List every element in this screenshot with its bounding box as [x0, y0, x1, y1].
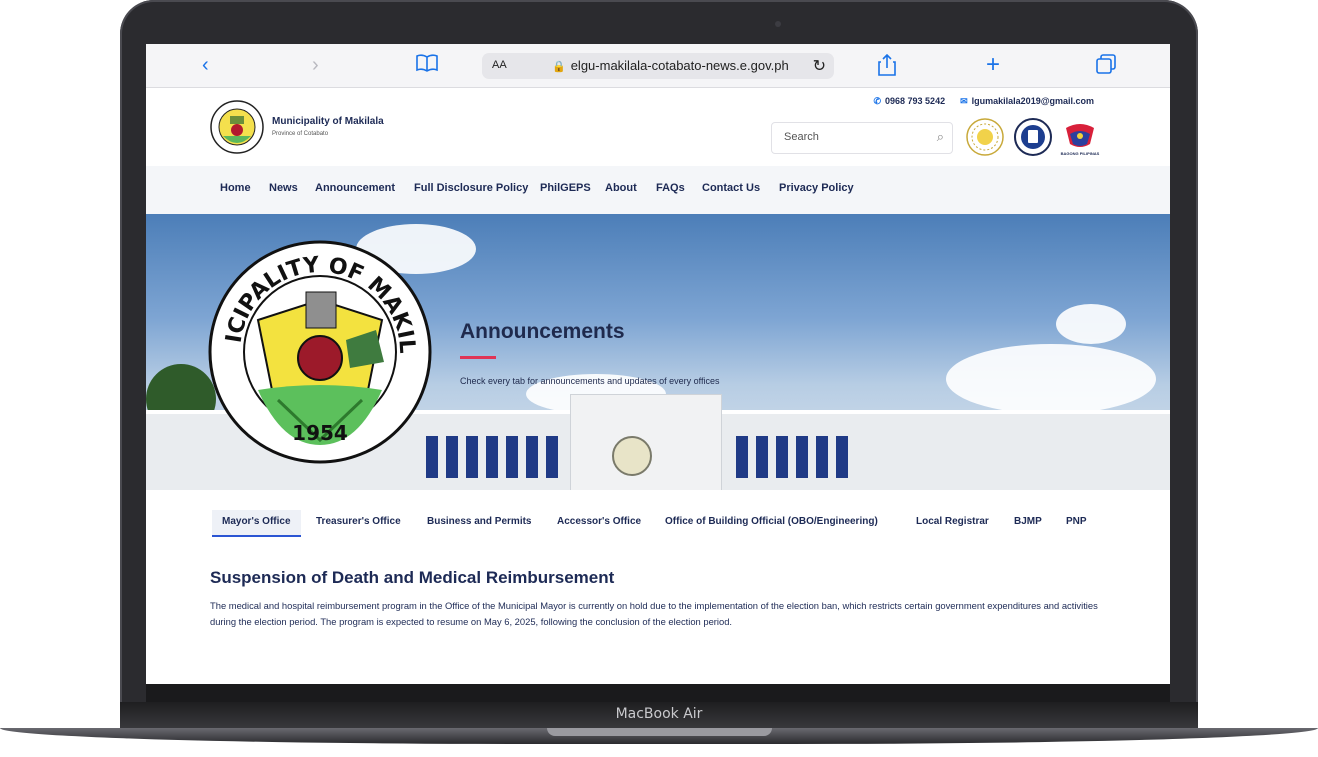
share-icon[interactable] — [878, 53, 896, 81]
nav-faqs[interactable]: FAQs — [656, 182, 685, 194]
reload-icon[interactable]: ↻ — [813, 56, 826, 76]
hero-accent-rule — [460, 356, 496, 359]
nav-philgeps[interactable]: PhilGEPS — [540, 182, 591, 194]
nav-about[interactable]: About — [605, 182, 637, 194]
screen-bezel — [146, 684, 1170, 702]
nav-news[interactable]: News — [269, 182, 298, 194]
reader-settings-button[interactable]: AA — [492, 59, 507, 71]
municipal-seal: MUNICIPALITY OF MAKILALA 1954 — [208, 240, 432, 464]
tab-local-registrar[interactable]: Local Registrar — [916, 516, 989, 527]
tab-mayors-office[interactable]: Mayor's Office — [212, 510, 301, 537]
cloud — [946, 344, 1156, 414]
building-window — [506, 436, 518, 478]
camera — [775, 21, 781, 27]
plus-icon[interactable]: + — [986, 53, 1000, 77]
phone-number[interactable]: 0968 793 5242 — [885, 96, 945, 106]
bagong-pilipinas-caption: BAGONG PILIPINAS — [1061, 151, 1100, 156]
hero-title: Announcements — [460, 320, 625, 343]
nav-privacy-policy[interactable]: Privacy Policy — [779, 182, 854, 194]
tab-accessors-office[interactable]: Accessor's Office — [557, 516, 641, 527]
cloud — [1056, 304, 1126, 344]
main-nav: Home News Announcement Full Disclosure P… — [146, 166, 1170, 214]
municipality-logo[interactable] — [210, 100, 264, 154]
nav-announcement[interactable]: Announcement — [315, 182, 395, 194]
tab-bjmp[interactable]: BJMP — [1014, 516, 1042, 527]
phone-icon: ✆ — [873, 96, 882, 106]
mail-icon: ✉ — [960, 96, 968, 106]
building-window — [466, 436, 478, 478]
nav-full-disclosure-policy[interactable]: Full Disclosure Policy — [414, 182, 528, 194]
tab-pnp[interactable]: PNP — [1066, 516, 1087, 527]
article-title: Suspension of Death and Medical Reimburs… — [210, 568, 615, 587]
seal-icon — [966, 118, 1004, 156]
search-box: ⌕ — [771, 122, 953, 154]
building-window — [736, 436, 748, 478]
chevron-left-icon[interactable]: ‹ — [202, 54, 209, 76]
office-tabs: Mayor's Office Treasurer's Office Busine… — [146, 490, 1170, 550]
book-icon[interactable] — [416, 54, 438, 77]
building-window — [486, 436, 498, 478]
address-bar[interactable]: AA 🔒 elgu-makilala-cotabato-news.e.gov.ph… — [482, 53, 834, 79]
article-body: The medical and hospital reimbursement p… — [210, 600, 1098, 627]
hero-banner: MUNICIPALITY OF MAKILALA 1954 Announceme… — [146, 214, 1170, 490]
url-text: elgu-makilala-cotabato-news.e.gov.ph — [570, 58, 789, 73]
browser-screen: ‹ › AA 🔒 elgu-makilala-cotabato-news.e.go… — [146, 44, 1170, 684]
building-window — [836, 436, 848, 478]
tab-treasurers-office[interactable]: Treasurer's Office — [316, 516, 401, 527]
seal-year: 1954 — [292, 421, 348, 445]
lock-icon: 🔒 — [552, 61, 566, 73]
site-province: Province of Cotabato — [272, 131, 329, 137]
search-input[interactable] — [782, 130, 916, 144]
laptop-base: MacBook Air — [0, 702, 1318, 757]
site-name: Municipality of Makilala — [272, 116, 384, 127]
building-window — [816, 436, 828, 478]
contact-info: ✆ 0968 793 5242 ✉ lgumakilala2019@gmail.co… — [873, 96, 1094, 107]
government-seal-icon — [1014, 118, 1052, 156]
bagong-pilipinas-logo: BAGONG PILIPINAS — [1061, 124, 1100, 156]
url-display[interactable]: 🔒 elgu-makilala-cotabato-news.e.gov.ph — [552, 58, 789, 73]
tab-building-official[interactable]: Office of Building Official (OBO/Enginee… — [665, 516, 878, 527]
building-window — [546, 436, 558, 478]
building-window — [756, 436, 768, 478]
chevron-right-icon[interactable]: › — [312, 54, 319, 76]
tab-business-and-permits[interactable]: Business and Permits — [427, 516, 531, 527]
model-label: MacBook Air — [615, 706, 703, 722]
nav-contact-us[interactable]: Contact Us — [702, 182, 760, 194]
browser-toolbar: ‹ › AA 🔒 elgu-makilala-cotabato-news.e.go… — [146, 44, 1170, 88]
building-window — [776, 436, 788, 478]
building-window — [446, 436, 458, 478]
building-window — [796, 436, 808, 478]
building-seal — [612, 436, 652, 476]
opening-notch — [547, 728, 772, 736]
tabs-icon[interactable] — [1096, 54, 1116, 79]
nav-home[interactable]: Home — [220, 182, 251, 194]
hinge: MacBook Air — [120, 702, 1198, 730]
building-window — [526, 436, 538, 478]
hero-subtitle: Check every tab for announcements and up… — [460, 376, 720, 386]
search-icon[interactable]: ⌕ — [937, 129, 944, 145]
email-address[interactable]: lgumakilala2019@gmail.com — [972, 96, 1094, 106]
site-header: Municipality of Makilala Province of Cot… — [146, 88, 1170, 166]
